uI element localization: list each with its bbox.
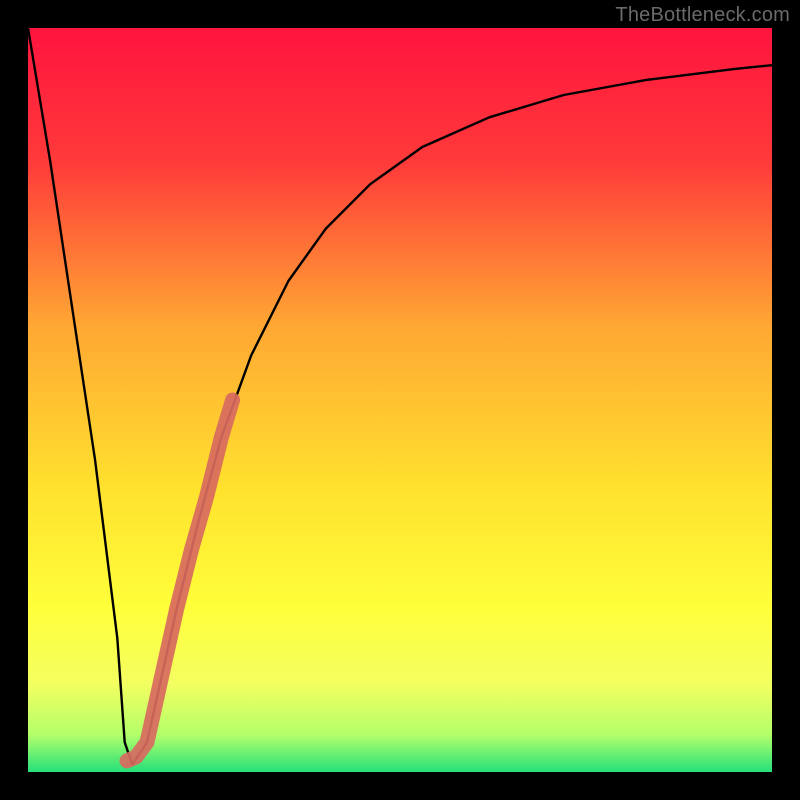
attribution-label: TheBottleneck.com xyxy=(615,4,790,27)
plot-area xyxy=(28,28,772,772)
chart-frame: TheBottleneck.com xyxy=(0,0,800,800)
bottleneck-chart xyxy=(28,28,772,772)
gradient-background xyxy=(28,28,772,772)
